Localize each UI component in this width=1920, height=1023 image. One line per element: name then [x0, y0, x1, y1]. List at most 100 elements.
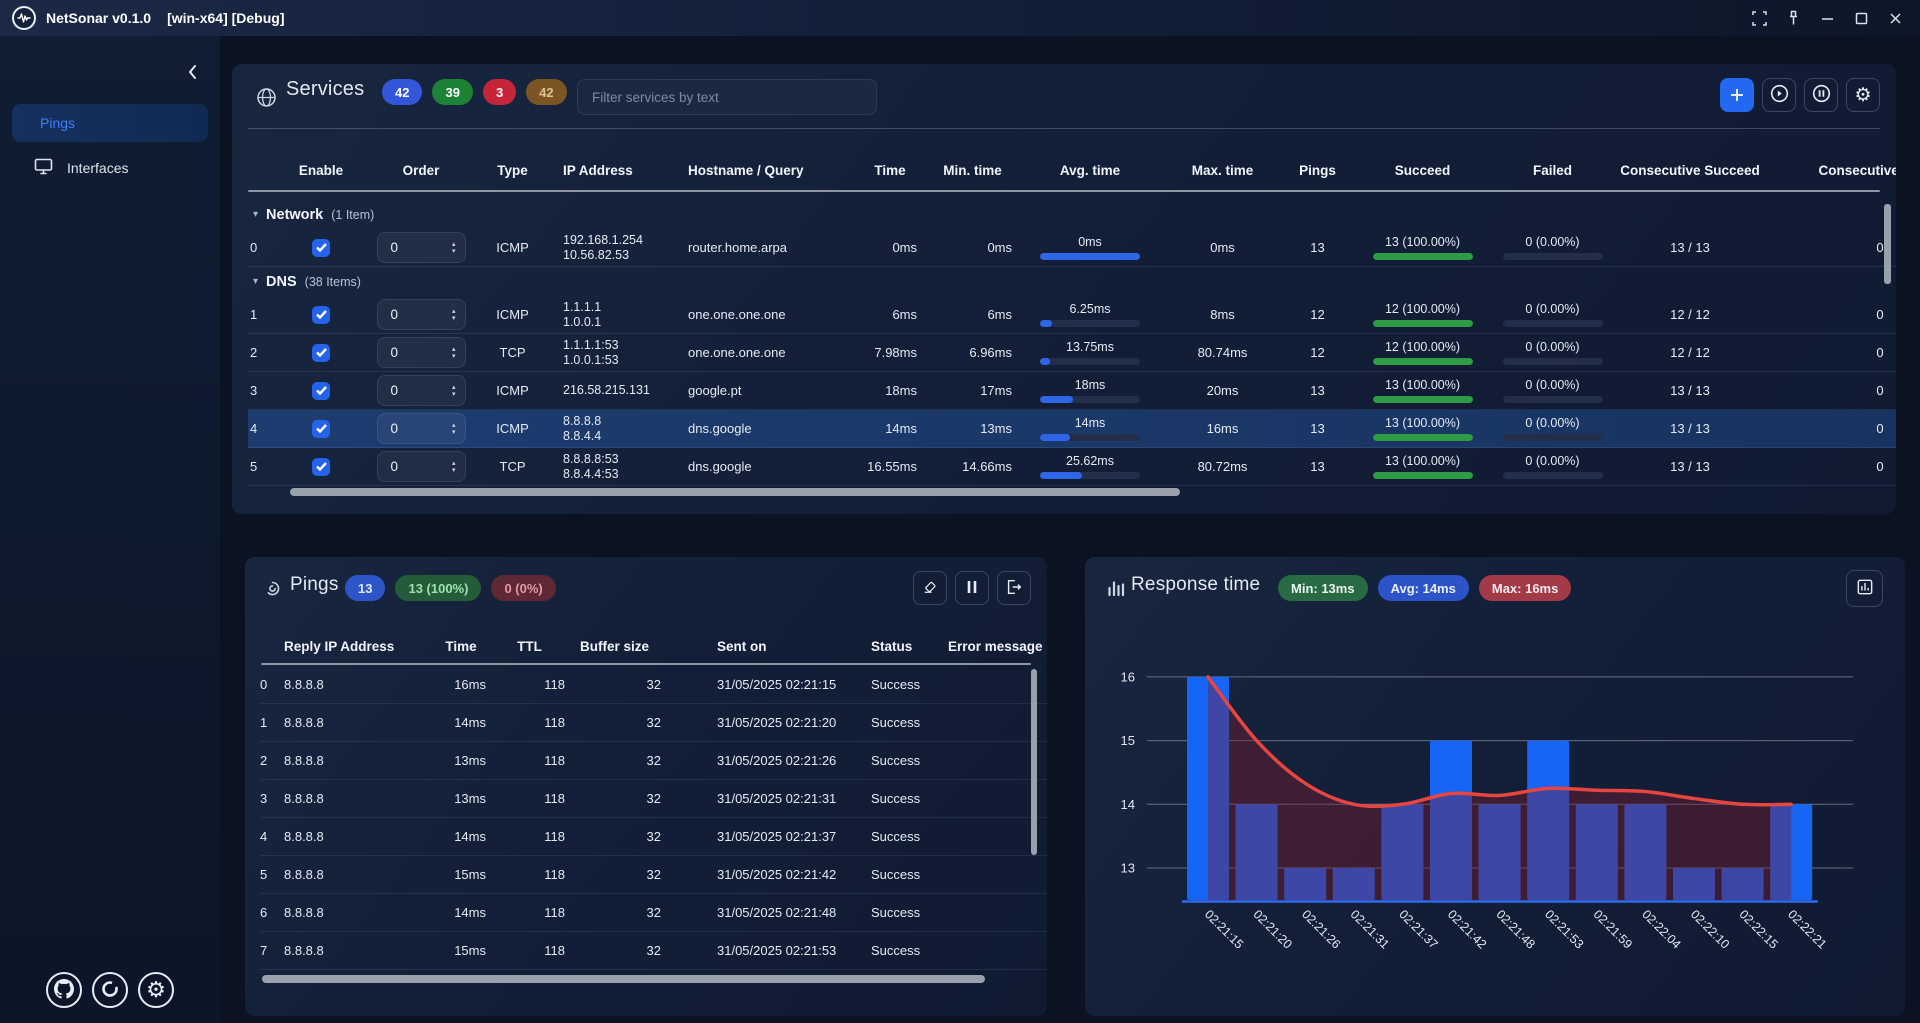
fullscreen-button[interactable]	[1744, 4, 1774, 32]
type-cell: ICMP	[490, 307, 535, 322]
order-spinner[interactable]: 0▴▾	[377, 232, 466, 263]
order-spinner[interactable]: 0▴▾	[377, 337, 466, 368]
consecutive-failed-cell: 0	[1770, 459, 1896, 474]
ping-row[interactable]: 78.8.8.815ms1183231/05/2025 02:21:53Succ…	[260, 932, 1047, 970]
ping-row[interactable]: 38.8.8.813ms1183231/05/2025 02:21:31Succ…	[260, 780, 1047, 818]
enable-checkbox[interactable]	[312, 458, 330, 476]
service-row[interactable]: 40▴▾ICMP8.8.8.88.8.4.4dns.google14ms13ms…	[248, 410, 1896, 448]
ip-address-cell: 8.8.8.88.8.4.4	[535, 414, 660, 444]
github-button[interactable]	[46, 972, 82, 1008]
services-col-header[interactable]: Min. time	[925, 163, 1020, 178]
group-collapse-caret-icon[interactable]: ▾	[253, 209, 258, 220]
services-col-header[interactable]: Consecutive Failed	[1770, 163, 1896, 178]
app-window: NetSonar v0.1.0 [win-x64] [Debug] Pi	[0, 0, 1920, 1023]
services-col-header[interactable]: Type	[490, 163, 535, 178]
pause-updates-button[interactable]	[955, 571, 989, 605]
enable-cell	[290, 239, 352, 257]
reply-ip-cell: 8.8.8.8	[280, 829, 430, 844]
ttl-cell: 118	[492, 791, 567, 806]
clear-pings-button[interactable]	[913, 571, 947, 605]
pings-col-header[interactable]: Status	[855, 639, 930, 654]
services-col-header[interactable]: Hostname / Query	[660, 163, 855, 178]
ping-row[interactable]: 48.8.8.814ms1183231/05/2025 02:21:37Succ…	[260, 818, 1047, 856]
enable-checkbox[interactable]	[312, 420, 330, 438]
order-spinner[interactable]: 0▴▾	[377, 413, 466, 444]
sidebar-collapse-button[interactable]	[182, 62, 204, 84]
pings-actions	[913, 571, 1031, 605]
enable-checkbox[interactable]	[312, 306, 330, 324]
services-filter-input[interactable]	[577, 79, 877, 115]
minimize-button[interactable]	[1812, 4, 1842, 32]
pin-button[interactable]	[1778, 4, 1808, 32]
order-spinner[interactable]: 0▴▾	[377, 451, 466, 482]
row-index: 3	[260, 791, 280, 806]
community-button[interactable]	[92, 972, 128, 1008]
pause-pings-button[interactable]	[1804, 78, 1838, 112]
ping-row[interactable]: 08.8.8.816ms1183231/05/2025 02:21:15Succ…	[260, 666, 1047, 704]
ping-row[interactable]: 28.8.8.813ms1183231/05/2025 02:21:26Succ…	[260, 742, 1047, 780]
service-row[interactable]: 00▴▾ICMP192.168.1.25410.56.82.53router.h…	[248, 229, 1896, 267]
pings-col-header[interactable]: Time	[430, 639, 492, 654]
x-axis-tick-label: 02:22:04	[1639, 907, 1683, 951]
service-row[interactable]: 50▴▾TCP8.8.8.8:538.8.4.4:53dns.google16.…	[248, 448, 1896, 486]
settings-button[interactable]: ⚙	[138, 972, 174, 1008]
services-vertical-scrollbar[interactable]	[1884, 204, 1891, 284]
services-col-header[interactable]: Enable	[290, 163, 352, 178]
pings-vertical-scrollbar[interactable]	[1031, 669, 1037, 855]
services-col-header[interactable]: Pings	[1285, 163, 1350, 178]
ping-row[interactable]: 58.8.8.815ms1183231/05/2025 02:21:42Succ…	[260, 856, 1047, 894]
enable-checkbox[interactable]	[312, 382, 330, 400]
order-spinner[interactable]: 0▴▾	[377, 299, 466, 330]
enable-checkbox[interactable]	[312, 344, 330, 362]
failed-cell: 0 (0.00%)	[1495, 416, 1610, 441]
pings-col-header[interactable]: Error message	[930, 639, 1047, 654]
spinner-arrows-icon[interactable]: ▴▾	[452, 346, 456, 360]
pings-col-header[interactable]: TTL	[492, 639, 567, 654]
order-cell: 0▴▾	[352, 299, 490, 330]
pings-col-header[interactable]: Reply IP Address	[280, 639, 430, 654]
ping-row[interactable]: 18.8.8.814ms1183231/05/2025 02:21:20Succ…	[260, 704, 1047, 742]
services-col-header[interactable]: IP Address	[535, 163, 660, 178]
services-col-header[interactable]: Succeed	[1350, 163, 1495, 178]
services-badge-3: 42	[526, 79, 566, 105]
spinner-arrows-icon[interactable]: ▴▾	[452, 384, 456, 398]
service-group-row[interactable]: ▾DNS(38 Items)	[248, 267, 1896, 296]
order-spinner[interactable]: 0▴▾	[377, 375, 466, 406]
service-row[interactable]: 10▴▾ICMP1.1.1.11.0.0.1one.one.one.one6ms…	[248, 296, 1896, 334]
spinner-arrows-icon[interactable]: ▴▾	[452, 308, 456, 322]
monitor-icon	[34, 158, 53, 178]
pings-horizontal-scrollbar[interactable]	[262, 975, 985, 983]
maximize-button[interactable]	[1846, 4, 1876, 32]
spinner-arrows-icon[interactable]: ▴▾	[452, 460, 456, 474]
services-col-header[interactable]: Order	[352, 163, 490, 178]
services-col-header[interactable]: Avg. time	[1020, 163, 1160, 178]
ping-row[interactable]: 68.8.8.814ms1183231/05/2025 02:21:48Succ…	[260, 894, 1047, 932]
pings-count-cell: 13	[1285, 240, 1350, 255]
spinner-arrows-icon[interactable]: ▴▾	[452, 422, 456, 436]
services-col-header[interactable]: Time	[855, 163, 925, 178]
play-circle-icon	[1770, 84, 1789, 106]
service-group-row[interactable]: ▾Network(1 Item)	[248, 200, 1896, 229]
service-row[interactable]: 30▴▾ICMP216.58.215.131google.pt18ms17ms1…	[248, 372, 1896, 410]
services-col-header[interactable]: Consecutive Succeed	[1610, 163, 1770, 178]
pings-col-header[interactable]: Sent on	[700, 639, 855, 654]
sidebar-item-interfaces[interactable]: Interfaces	[12, 150, 208, 186]
order-cell: 0▴▾	[352, 413, 490, 444]
export-pings-button[interactable]	[997, 571, 1031, 605]
group-collapse-caret-icon[interactable]: ▾	[253, 276, 258, 287]
pings-col-header[interactable]: Buffer size	[567, 639, 662, 654]
time-cell: 16.55ms	[855, 459, 925, 474]
order-cell: 0▴▾	[352, 337, 490, 368]
sidebar-item-pings[interactable]: Pings	[12, 104, 208, 142]
add-service-button[interactable]	[1720, 78, 1754, 112]
spinner-arrows-icon[interactable]: ▴▾	[452, 241, 456, 255]
close-button[interactable]	[1880, 4, 1910, 32]
service-row[interactable]: 20▴▾TCP1.1.1.1:531.0.0.1:53one.one.one.o…	[248, 334, 1896, 372]
services-settings-button[interactable]: ⚙	[1846, 78, 1880, 112]
run-pings-button[interactable]	[1762, 78, 1796, 112]
services-col-header[interactable]: Failed	[1495, 163, 1610, 178]
services-horizontal-scrollbar[interactable]	[290, 488, 1180, 496]
status-cell: Success	[855, 829, 930, 844]
enable-checkbox[interactable]	[312, 239, 330, 257]
services-col-header[interactable]: Max. time	[1160, 163, 1285, 178]
